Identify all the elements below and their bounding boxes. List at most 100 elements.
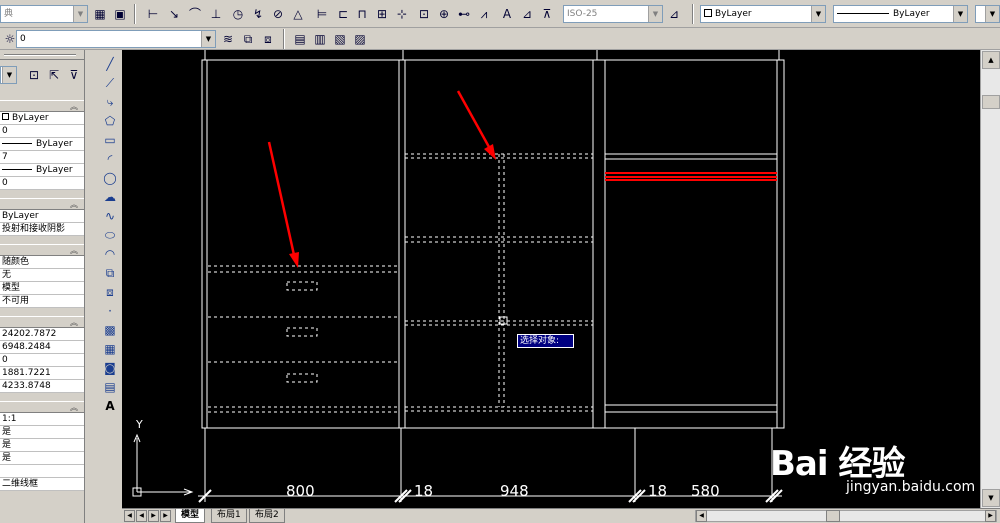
ellipse-icon[interactable]: ⬭ bbox=[100, 226, 120, 245]
arc-length-icon[interactable]: ⌒ bbox=[185, 4, 205, 24]
circle-icon[interactable]: ◯ bbox=[100, 169, 120, 188]
spline-icon[interactable]: ∿ bbox=[100, 207, 120, 226]
section-material-header[interactable]: ︽ bbox=[0, 244, 84, 256]
dimension-text[interactable]: 18 bbox=[414, 482, 433, 500]
dimension-text[interactable]: 948 bbox=[500, 482, 529, 500]
dimension-text[interactable]: 800 bbox=[286, 482, 315, 500]
dim-style-manager-icon[interactable]: ⊿ bbox=[664, 4, 684, 24]
dim-update-icon[interactable]: ⊼ bbox=[537, 4, 557, 24]
revision-cloud-icon[interactable]: ☁ bbox=[100, 188, 120, 207]
property-row[interactable]: 6948.2484 bbox=[0, 341, 84, 354]
angular-dim-icon[interactable]: △ bbox=[288, 4, 308, 24]
property-row[interactable]: 投射和接收阴影 bbox=[0, 223, 84, 236]
text-style-combo[interactable]: 典 ▼ bbox=[0, 5, 88, 23]
property-row[interactable]: 是 bbox=[0, 452, 84, 465]
insert-block-icon[interactable]: ⧉ bbox=[100, 264, 120, 283]
tolerance-icon[interactable]: ⊡ bbox=[414, 4, 434, 24]
layer-combo[interactable]: 0 ▼ bbox=[16, 30, 216, 48]
scroll-left-icon[interactable]: ◀ bbox=[696, 510, 707, 522]
scroll-up-icon[interactable]: ▲ bbox=[982, 51, 1000, 69]
dimension-text[interactable]: 18 bbox=[648, 482, 667, 500]
first-tab-icon[interactable]: ◀ bbox=[124, 510, 135, 522]
baseline-dim-icon[interactable]: ⊏ bbox=[333, 4, 353, 24]
last-tab-icon[interactable]: ▶ bbox=[160, 510, 171, 522]
viewport-single-icon[interactable]: ▤ bbox=[290, 29, 310, 49]
hatch-icon[interactable]: ▩ bbox=[100, 321, 120, 340]
scroll-thumb[interactable] bbox=[826, 510, 840, 522]
center-mark-icon[interactable]: ⊕ bbox=[434, 4, 454, 24]
horizontal-scrollbar[interactable]: ◀ ▶ bbox=[695, 510, 997, 522]
polygon-icon[interactable]: ⬠ bbox=[100, 112, 120, 131]
polyline-icon[interactable]: ⤷ bbox=[100, 93, 120, 112]
property-row[interactable]: ByLayer bbox=[0, 164, 84, 177]
jogged-linear-icon[interactable]: ⩘ bbox=[474, 4, 494, 24]
property-row[interactable]: 是 bbox=[0, 426, 84, 439]
table-icon[interactable]: ▤ bbox=[100, 378, 120, 397]
next-tab-icon[interactable]: ▶ bbox=[148, 510, 159, 522]
vertical-scrollbar[interactable]: ▲ ▼ bbox=[980, 50, 1000, 508]
property-row[interactable]: 0 bbox=[0, 177, 84, 190]
tab-layout2[interactable]: 布局2 bbox=[249, 509, 285, 523]
toggle-pickadd-icon[interactable]: ⊡ bbox=[24, 65, 44, 85]
style-manager-icon[interactable]: ▦ bbox=[90, 4, 110, 24]
property-row[interactable]: 二维线框 bbox=[0, 478, 84, 491]
lineweight-control-combo[interactable]: ▼ bbox=[975, 5, 1000, 23]
continue-dim-icon[interactable]: ⊓ bbox=[352, 4, 372, 24]
property-row[interactable]: 是 bbox=[0, 439, 84, 452]
dimension-text[interactable]: 580 bbox=[691, 482, 720, 500]
line-icon[interactable]: ╱ bbox=[100, 55, 120, 74]
property-row[interactable]: 不可用 bbox=[0, 295, 84, 308]
select-objects-icon[interactable]: ⇱ bbox=[44, 65, 64, 85]
ordinate-dim-icon[interactable]: ⊥ bbox=[206, 4, 226, 24]
linetype-control-combo[interactable]: ByLayer ▼ bbox=[833, 5, 968, 23]
property-row[interactable]: 0 bbox=[0, 125, 84, 138]
region-icon[interactable]: ◙ bbox=[100, 359, 120, 378]
property-row[interactable]: 4233.8748 bbox=[0, 380, 84, 393]
rectangle-icon[interactable]: ▭ bbox=[100, 131, 120, 150]
viewport-poly-icon[interactable]: ▧ bbox=[330, 29, 350, 49]
dim-style-combo[interactable]: ISO-25 ▼ bbox=[563, 5, 663, 23]
inspection-icon[interactable]: ⊷ bbox=[454, 4, 474, 24]
color-control-combo[interactable]: ByLayer ▼ bbox=[700, 5, 826, 23]
scroll-down-icon[interactable]: ▼ bbox=[982, 489, 1000, 507]
property-row[interactable]: 24202.7872 bbox=[0, 328, 84, 341]
point-icon[interactable]: · bbox=[100, 302, 120, 321]
layer-walk-icon[interactable]: ⧈ bbox=[258, 29, 278, 49]
section-3d-header[interactable]: ︽ bbox=[0, 198, 84, 210]
property-row[interactable]: 1881.7221 bbox=[0, 367, 84, 380]
property-row[interactable]: ByLayer bbox=[0, 210, 84, 223]
ellipse-arc-icon[interactable]: ◠ bbox=[100, 245, 120, 264]
property-row[interactable]: 0 bbox=[0, 354, 84, 367]
tab-model[interactable]: 模型 bbox=[175, 509, 206, 523]
property-row[interactable]: 1:1 bbox=[0, 413, 84, 426]
property-row[interactable]: 模型 bbox=[0, 282, 84, 295]
section-geometry-header[interactable]: ︽ bbox=[0, 316, 84, 328]
property-row[interactable]: 随颜色 bbox=[0, 256, 84, 269]
property-row[interactable] bbox=[0, 465, 84, 478]
diameter-dim-icon[interactable]: ⊘ bbox=[268, 4, 288, 24]
object-type-combo[interactable]: ▼ bbox=[0, 66, 17, 84]
scroll-thumb[interactable] bbox=[982, 95, 1000, 109]
quick-select-icon[interactable]: ⊽ bbox=[64, 65, 84, 85]
property-row[interactable]: 无 bbox=[0, 269, 84, 282]
layer-previous-icon[interactable]: ⧉ bbox=[238, 29, 258, 49]
dim-space-icon[interactable]: ⊞ bbox=[372, 4, 392, 24]
gradient-icon[interactable]: ▦ bbox=[100, 340, 120, 359]
construction-line-icon[interactable]: ⟋ bbox=[100, 74, 120, 93]
section-misc-header[interactable]: ︽ bbox=[0, 401, 84, 413]
viewport-clip-icon[interactable]: ▥ bbox=[310, 29, 330, 49]
make-layer-current-icon[interactable]: ≋ bbox=[218, 29, 238, 49]
linear-dim-icon[interactable]: ⊢ bbox=[143, 4, 163, 24]
quick-dim-icon[interactable]: ⊨ bbox=[312, 4, 332, 24]
table-style-icon[interactable]: ▣ bbox=[110, 4, 130, 24]
prev-tab-icon[interactable]: ◀ bbox=[136, 510, 147, 522]
property-row[interactable]: ByLayer bbox=[0, 138, 84, 151]
scroll-right-icon[interactable]: ▶ bbox=[985, 510, 996, 522]
property-row[interactable]: 7 bbox=[0, 151, 84, 164]
arc-icon[interactable]: ◜ bbox=[100, 150, 120, 169]
dim-break-icon[interactable]: ⊹ bbox=[392, 4, 412, 24]
dim-text-edit-icon[interactable]: ⊿ bbox=[517, 4, 537, 24]
radius-dim-icon[interactable]: ◷ bbox=[228, 4, 248, 24]
viewport-object-icon[interactable]: ▨ bbox=[350, 29, 370, 49]
jogged-dim-icon[interactable]: ↯ bbox=[248, 4, 268, 24]
